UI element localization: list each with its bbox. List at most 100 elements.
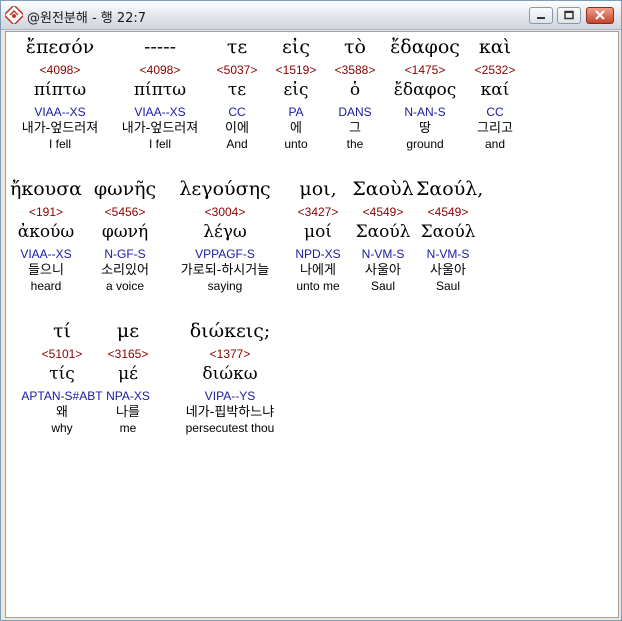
word-english: heard	[30, 279, 62, 293]
word-greek: μοι,	[299, 178, 337, 200]
word-lemma: μοί	[304, 222, 332, 242]
word-korean: 이에	[225, 121, 249, 136]
word-english: a voice	[105, 279, 145, 293]
word-parse: NPA-XS	[106, 389, 150, 403]
word-1-7[interactable]: καὶ <2532> καί CC 그리고 and	[464, 34, 526, 152]
word-1-5[interactable]: τὸ <3588> ὁ DANS 그 the	[324, 34, 386, 152]
word-1-1[interactable]: ἔπεσόν <4098> πίπτω VIAA--XS 내가-엎드러져 I fell	[6, 34, 114, 152]
word-korean: 내가-엎드러져	[121, 121, 199, 136]
word-strong: <2532>	[474, 63, 516, 77]
word-strong: <3165>	[107, 347, 149, 361]
word-1-3[interactable]: τε <5037> τε CC 이에 And	[206, 34, 268, 152]
word-strong: <4549>	[427, 205, 469, 219]
word-parse: CC	[486, 105, 504, 119]
word-english: Saul	[435, 279, 461, 293]
interlinear-panel[interactable]: ἔπεσόν <4098> πίπτω VIAA--XS 내가-엎드러져 I fell --…	[5, 31, 619, 618]
word-strong: <1377>	[209, 347, 251, 361]
word-strong: <3588>	[334, 63, 376, 77]
word-korean: 내가-엎드러져	[21, 121, 99, 136]
word-parse: VIAA--XS	[20, 247, 72, 261]
word-3-3[interactable]: διώκεις; <1377> διώκω VIPA--YS 네가-핍박하느냐 perse…	[170, 318, 290, 436]
word-lemma: εἰς	[283, 80, 309, 100]
word-1-6[interactable]: ἔδαφος <1475> ἔδαφος N-AN-S 땅 ground	[386, 34, 464, 152]
word-strong: <3004>	[204, 205, 246, 219]
word-parse: VIPA--YS	[204, 389, 256, 403]
word-korean: 들으니	[28, 263, 64, 278]
close-button[interactable]	[586, 7, 614, 24]
word-korean: 사울아	[430, 263, 466, 278]
word-korean: 나에게	[300, 263, 336, 278]
word-lemma: ἔδαφος	[393, 80, 457, 100]
minimize-button[interactable]	[529, 7, 553, 24]
word-parse: VPPAGF-S	[195, 247, 255, 261]
word-parse: NPD-XS	[295, 247, 341, 261]
close-icon	[595, 10, 605, 20]
word-greek: ἔδαφος	[390, 36, 460, 58]
word-lemma: διώκω	[202, 364, 258, 384]
word-strong: <5037>	[216, 63, 258, 77]
word-strong: <4098>	[139, 63, 181, 77]
word-parse: VIAA--XS	[34, 105, 86, 119]
word-korean: 땅	[419, 121, 431, 136]
word-greek: καὶ	[478, 36, 512, 58]
word-greek: -----	[143, 36, 177, 58]
app-window: @원전분해 - 행 22:7 ἔπεσόν <4098> πίπτω VIAA--XS…	[0, 0, 622, 621]
word-greek: φωνῆς	[93, 178, 157, 200]
word-korean: 소리있어	[101, 263, 149, 278]
word-english: saying	[207, 279, 243, 293]
word-greek: με	[116, 320, 140, 342]
word-greek: τε	[226, 36, 248, 58]
maximize-icon	[564, 10, 574, 20]
word-2-5[interactable]: Σαοὺλ <4549> Σαούλ N-VM-S 사울아 Saul	[350, 176, 416, 294]
word-english: unto me	[296, 279, 340, 293]
word-english: Saul	[370, 279, 396, 293]
word-english: me	[119, 421, 137, 435]
maximize-button[interactable]	[557, 7, 581, 24]
word-lemma: λέγω	[203, 222, 247, 242]
word-1-2[interactable]: ----- <4098> πίπτω VIAA--XS 내가-엎드러져 I fell	[114, 34, 206, 152]
word-english: unto	[284, 137, 308, 151]
word-korean: 그리고	[477, 121, 513, 136]
word-greek: ἤκουσα	[9, 178, 83, 200]
window-title: @원전분해 - 행 22:7	[27, 11, 147, 26]
word-strong: <4549>	[362, 205, 404, 219]
word-korean: 가로되-하시거늘	[180, 263, 270, 278]
word-strong: <1475>	[404, 63, 446, 77]
word-english: ground	[406, 137, 444, 151]
app-icon	[5, 6, 23, 24]
word-strong: <5456>	[104, 205, 146, 219]
word-parse: PA	[288, 105, 304, 119]
word-parse: VIAA--XS	[134, 105, 186, 119]
word-2-2[interactable]: φωνῆς <5456> φωνή N-GF-S 소리있어 a voice	[86, 176, 164, 294]
word-parse: N-AN-S	[404, 105, 446, 119]
word-english: the	[346, 137, 364, 151]
word-parse: N-VM-S	[426, 247, 470, 261]
word-lemma: Σαούλ	[355, 222, 411, 242]
word-1-4[interactable]: εἰς <1519> εἰς PA 에 unto	[268, 34, 324, 152]
word-korean: 사울아	[365, 263, 401, 278]
word-2-1[interactable]: ἤκουσα <191> ἀκούω VIAA--XS 들으니 heard	[6, 176, 86, 294]
word-lemma: ὁ	[349, 80, 361, 100]
word-korean: 그	[349, 121, 361, 136]
word-3-2[interactable]: με <3165> μέ NPA-XS 나를 me	[86, 318, 170, 436]
word-lemma: καί	[480, 80, 510, 100]
word-parse: N-GF-S	[104, 247, 146, 261]
word-2-4[interactable]: μοι, <3427> μοί NPD-XS 나에게 unto me	[286, 176, 350, 294]
title-bar[interactable]: @원전분해 - 행 22:7	[1, 1, 621, 30]
word-lemma: πίπτω	[133, 80, 187, 100]
word-parse: CC	[228, 105, 246, 119]
word-korean: 에	[290, 121, 302, 136]
word-greek: Σαοὺλ	[352, 178, 414, 200]
word-2-3[interactable]: λεγούσης <3004> λέγω VPPAGF-S 가로되-하시거늘 saying	[164, 176, 286, 294]
word-english: persecutest thou	[185, 421, 275, 435]
word-strong: <3427>	[297, 205, 339, 219]
word-greek: λεγούσης	[179, 178, 271, 200]
word-korean: 네가-핍박하느냐	[185, 405, 275, 420]
word-english: And	[226, 137, 248, 151]
word-2-6[interactable]: Σαούλ, <4549> Σαούλ N-VM-S 사울아 Saul	[416, 176, 483, 294]
word-greek: εἰς	[282, 36, 310, 58]
word-lemma: τε	[227, 80, 247, 100]
word-lemma: Σαούλ	[420, 222, 476, 242]
word-parse: N-VM-S	[361, 247, 405, 261]
word-english: I fell	[148, 137, 171, 151]
